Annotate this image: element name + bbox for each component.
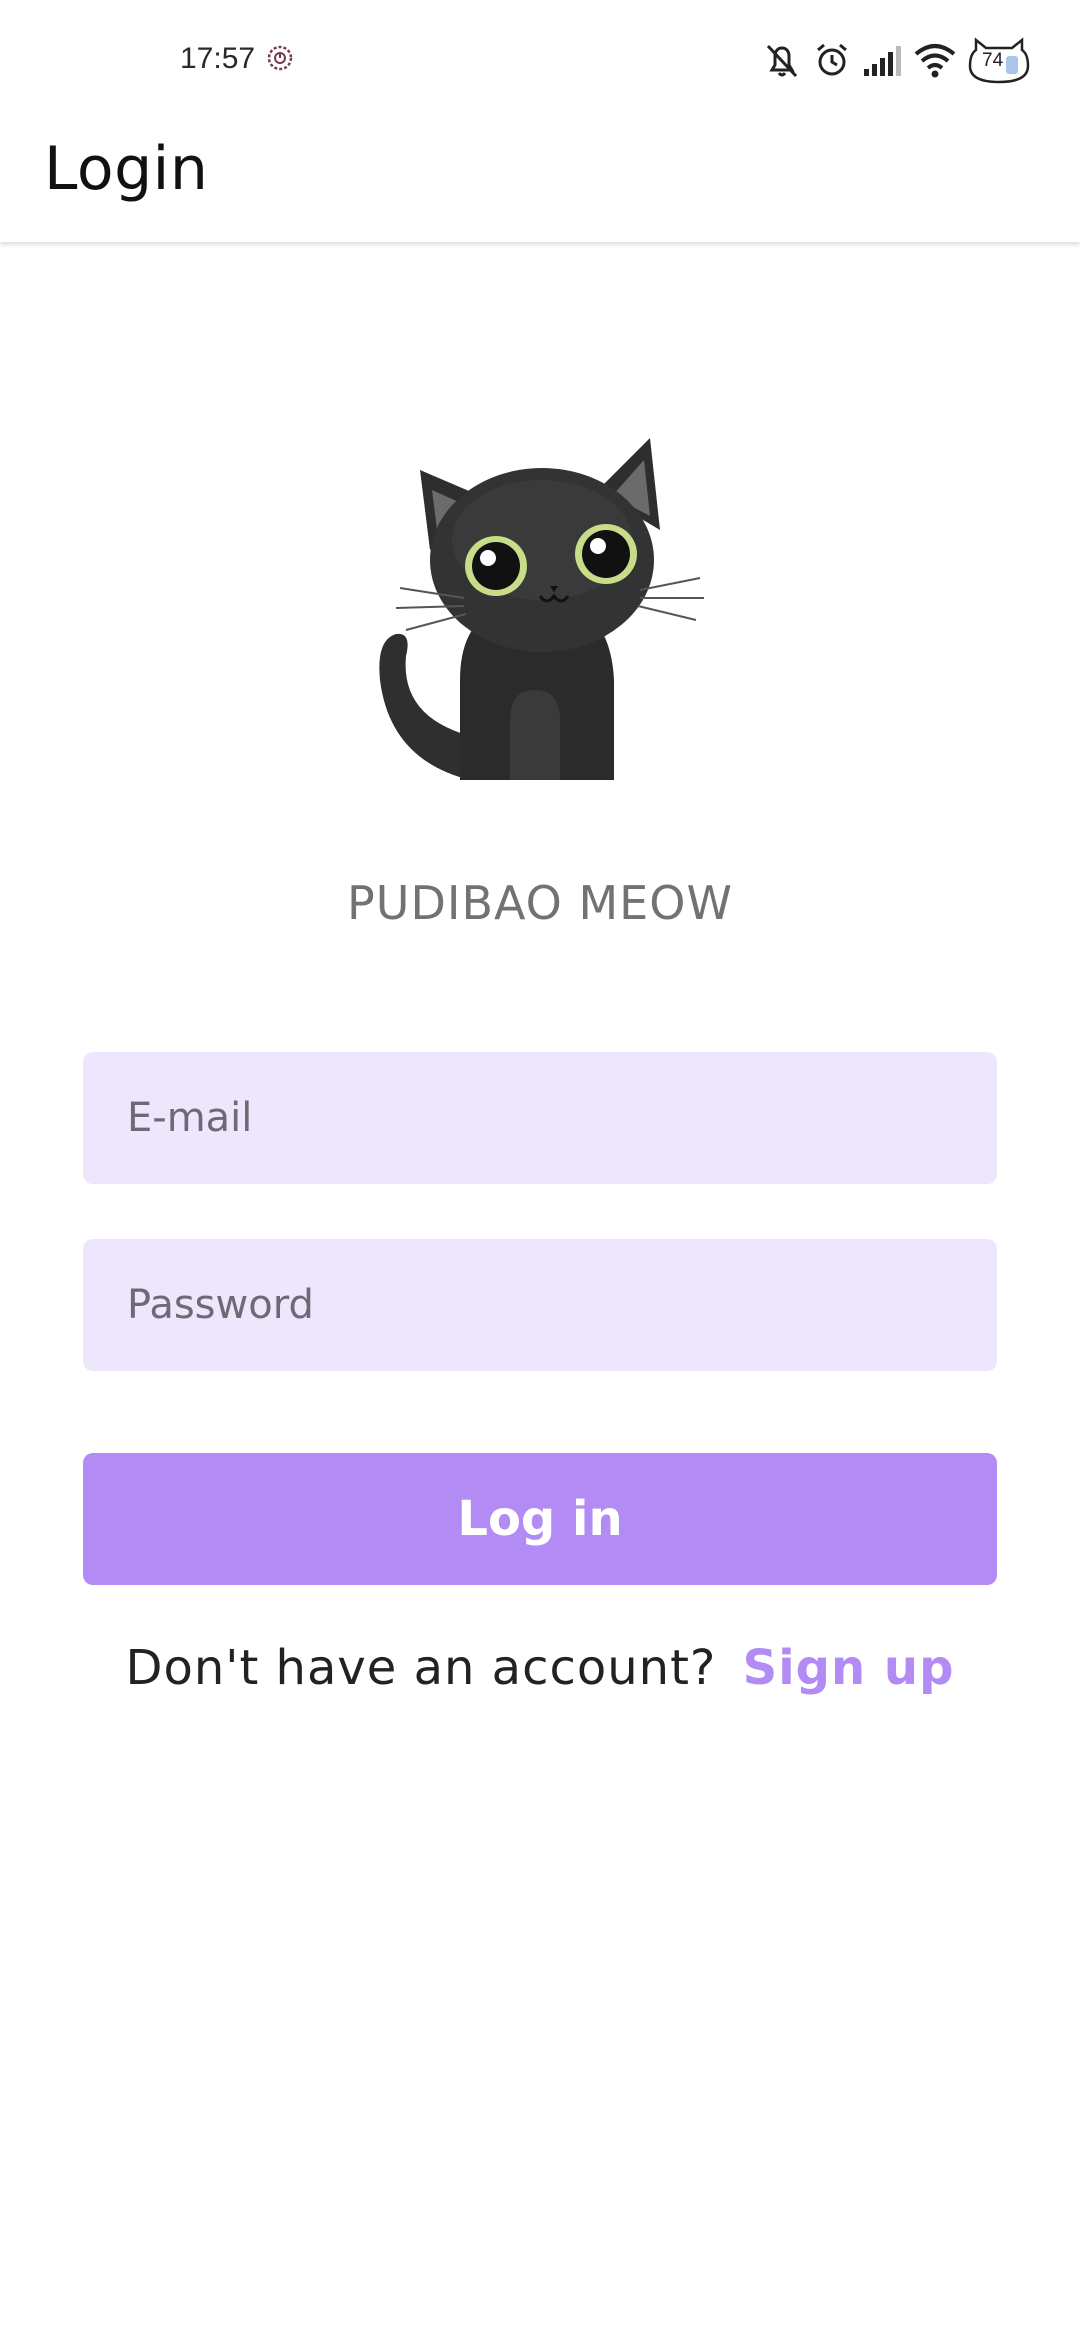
- signal-icon: [864, 46, 901, 76]
- page-title: Login: [44, 134, 209, 204]
- signup-prompt: Don't have an account?: [125, 1640, 717, 1696]
- signup-link[interactable]: Sign up: [743, 1640, 955, 1696]
- status-time: 17:57: [180, 42, 256, 75]
- black-cat-icon: [379, 438, 704, 780]
- email-field[interactable]: [83, 1052, 997, 1184]
- login-button[interactable]: Log in: [83, 1453, 997, 1585]
- battery-level: 74: [982, 50, 1004, 71]
- password-field[interactable]: [83, 1239, 997, 1371]
- wifi-icon: [914, 44, 956, 78]
- status-bar: 17:57 74: [0, 0, 1080, 120]
- brand-name: PUDIBAO MEOW: [347, 876, 733, 930]
- alarm-icon: [817, 43, 847, 76]
- mute-icon: [766, 44, 798, 78]
- battery-icon: 74: [968, 36, 1030, 86]
- app-bar: Login: [0, 120, 1080, 242]
- clock-app-icon: [267, 45, 293, 71]
- signup-row: Don't have an account? Sign up: [0, 1640, 1080, 1696]
